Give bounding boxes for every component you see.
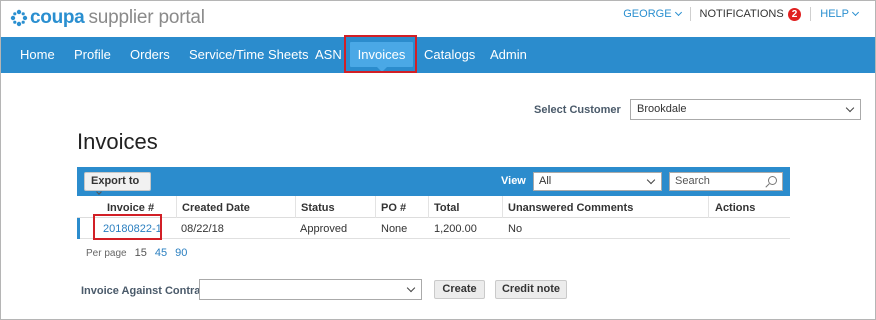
page-title: Invoices [77, 129, 158, 154]
export-to-label: Export to [91, 175, 140, 187]
credit-note-button[interactable]: Credit note [495, 280, 567, 299]
po-cell: None [381, 223, 408, 235]
column-header-actions: Actions [715, 202, 756, 214]
highlight-box-invoices-tab [344, 35, 417, 73]
create-button[interactable]: Create [434, 280, 485, 299]
contract-select[interactable] [199, 279, 422, 300]
column-divider [428, 196, 429, 218]
row-accent [77, 218, 80, 239]
column-header-total[interactable]: Total [434, 202, 459, 214]
per-page-option-45[interactable]: 45 [155, 247, 167, 259]
total-cell: 1,200.00 [434, 223, 477, 235]
user-menu[interactable]: GEORGE [623, 8, 682, 20]
select-customer-label: Select Customer [534, 104, 621, 116]
chevron-down-icon [851, 8, 860, 17]
table-header: Invoice # Created Date Status PO # Total… [77, 196, 790, 218]
notifications-link[interactable]: NOTIFICATIONS 2 [699, 7, 802, 21]
nav-admin[interactable]: Admin [490, 37, 527, 73]
nav-home[interactable]: Home [20, 37, 55, 73]
chevron-down-icon [646, 175, 656, 185]
chevron-down-icon [96, 189, 102, 195]
chevron-down-icon [406, 283, 416, 293]
main-nav: Home Profile Orders Service/Time Sheets … [1, 37, 875, 73]
notifications-badge: 2 [787, 7, 802, 21]
chevron-down-icon [845, 103, 855, 113]
column-divider [375, 196, 376, 218]
select-customer-dropdown[interactable]: Brookdale [630, 99, 861, 120]
logo-product-text: supplier portal [88, 7, 205, 28]
notifications-label: NOTIFICATIONS [699, 8, 784, 20]
table-toolbar: Export to View All Search [77, 167, 790, 196]
per-page-control: Per page 15 45 90 [86, 247, 195, 259]
invoice-against-contract-label: Invoice Against Contract [81, 285, 211, 297]
view-label: View [501, 175, 526, 187]
search-placeholder: Search [675, 175, 710, 187]
view-filter-value: All [539, 175, 552, 187]
column-header-po[interactable]: PO # [381, 202, 406, 214]
highlight-box-invoice-number [93, 214, 162, 240]
help-menu-label: HELP [820, 8, 849, 20]
app-window: coupa supplier portal GEORGE NOTIFICATIO… [0, 0, 876, 320]
nav-asn[interactable]: ASN [315, 37, 342, 73]
nav-service-time-sheets[interactable]: Service/Time Sheets [189, 37, 308, 73]
column-divider [708, 196, 709, 218]
nav-profile[interactable]: Profile [74, 37, 111, 73]
comments-cell: No [508, 223, 523, 235]
column-divider [502, 196, 503, 218]
search-input[interactable]: Search [669, 172, 783, 191]
search-icon[interactable] [768, 176, 777, 185]
column-header-created-date[interactable]: Created Date [182, 202, 250, 214]
table-row: 20180822-1 08/22/18 Approved None 1,200.… [77, 218, 790, 239]
column-divider [295, 196, 296, 218]
top-right-menu: GEORGE NOTIFICATIONS 2 HELP [623, 7, 860, 21]
created-date-cell: 08/22/18 [181, 223, 224, 235]
top-header: coupa supplier portal GEORGE NOTIFICATIO… [1, 1, 875, 37]
per-page-option-15: 15 [134, 247, 147, 259]
export-to-button[interactable]: Export to [84, 172, 151, 195]
coupa-logo[interactable]: coupa supplier portal [10, 7, 205, 29]
column-header-unanswered-comments[interactable]: Unanswered Comments [508, 202, 633, 214]
help-menu[interactable]: HELP [820, 8, 860, 20]
nav-orders[interactable]: Orders [130, 37, 170, 73]
logo-brand-text: coupa [30, 7, 85, 28]
column-divider [176, 196, 177, 218]
column-header-status[interactable]: Status [301, 202, 335, 214]
status-cell: Approved [300, 223, 348, 235]
chevron-down-icon [674, 8, 682, 17]
per-page-label: Per page [86, 247, 127, 259]
view-filter-select[interactable]: All [533, 172, 662, 191]
select-customer-value: Brookdale [637, 103, 687, 115]
nav-catalogs[interactable]: Catalogs [424, 37, 475, 73]
column-header-invoice[interactable]: Invoice # [107, 202, 154, 214]
user-menu-label: GEORGE [623, 8, 672, 20]
coupa-logo-icon [10, 9, 28, 27]
per-page-option-90[interactable]: 90 [175, 247, 187, 259]
divider [810, 7, 812, 21]
divider [689, 7, 691, 21]
